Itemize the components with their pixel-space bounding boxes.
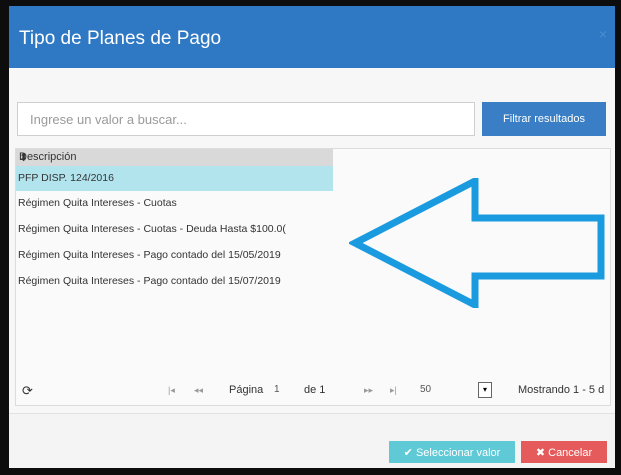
check-icon: ✔ [403, 446, 413, 459]
cancel-button[interactable]: ✖ Cancelar [521, 441, 607, 463]
table-row[interactable]: Régimen Quita Intereses - Cuotas - Deuda… [16, 217, 333, 242]
refresh-icon[interactable]: ⟳ [22, 383, 33, 399]
row-label: Régimen Quita Intereses - Cuotas - Deuda… [18, 223, 286, 235]
screenshot-frame: Tipo de Planes de Pago × Filtrar resulta… [0, 0, 621, 475]
page-total: de 1 [304, 384, 326, 396]
table-row[interactable]: Régimen Quita Intereses - Pago contado d… [16, 243, 333, 268]
table-row[interactable]: Régimen Quita Intereses - Pago contado d… [16, 269, 333, 294]
dialog-titlebar: Tipo de Planes de Pago × [9, 6, 615, 68]
records-count: Mostrando 1 - 5 d [518, 384, 605, 396]
page-number-input[interactable]: 1 [274, 384, 280, 395]
sort-icon[interactable]: ⬍ [19, 151, 28, 164]
filter-results-button[interactable]: Filtrar resultados [482, 102, 606, 136]
pagination-bar: ⟳ |◂ ◂◂ Página 1 de 1 ▸▸ ▸| 50 ▾ Mostran… [16, 377, 610, 405]
row-label: Régimen Quita Intereses - Cuotas [18, 197, 177, 209]
select-value-button[interactable]: ✔ Seleccionar valor [389, 441, 515, 463]
row-label: Régimen Quita Intereses - Pago contado d… [18, 249, 281, 261]
column-header-description[interactable]: Descripción ⬍ [16, 149, 333, 166]
next-page-icon[interactable]: ▸▸ [364, 385, 373, 396]
page-size-value: 50 [420, 384, 432, 395]
close-x-icon: ✖ [535, 446, 546, 459]
dialog-body: Filtrar resultados Descripción ⬍ PFP DIS… [9, 68, 615, 413]
table-row[interactable]: PFP DISP. 124/2016 [16, 166, 333, 191]
dialog-title: Tipo de Planes de Pago [19, 28, 222, 49]
payment-plans-dialog: Tipo de Planes de Pago × Filtrar resulta… [9, 6, 615, 468]
first-page-icon[interactable]: |◂ [168, 385, 175, 396]
annotation-arrow [349, 178, 605, 308]
select-value-label: Seleccionar valor [415, 446, 501, 459]
row-label: PFP DISP. 124/2016 [18, 172, 114, 184]
table-row[interactable]: Régimen Quita Intereses - Cuotas [16, 191, 333, 216]
row-label: Régimen Quita Intereses - Pago contado d… [18, 275, 281, 287]
last-page-icon[interactable]: ▸| [390, 385, 397, 396]
close-icon[interactable]: × [599, 26, 607, 42]
cancel-label: Cancelar [548, 446, 593, 459]
dialog-footer: ✔ Seleccionar valor ✖ Cancelar [9, 413, 615, 468]
page-label: Página [229, 384, 264, 396]
page-size-dropdown-icon[interactable]: ▾ [478, 382, 492, 398]
previous-page-icon[interactable]: ◂◂ [194, 385, 203, 396]
search-input[interactable] [17, 102, 475, 136]
